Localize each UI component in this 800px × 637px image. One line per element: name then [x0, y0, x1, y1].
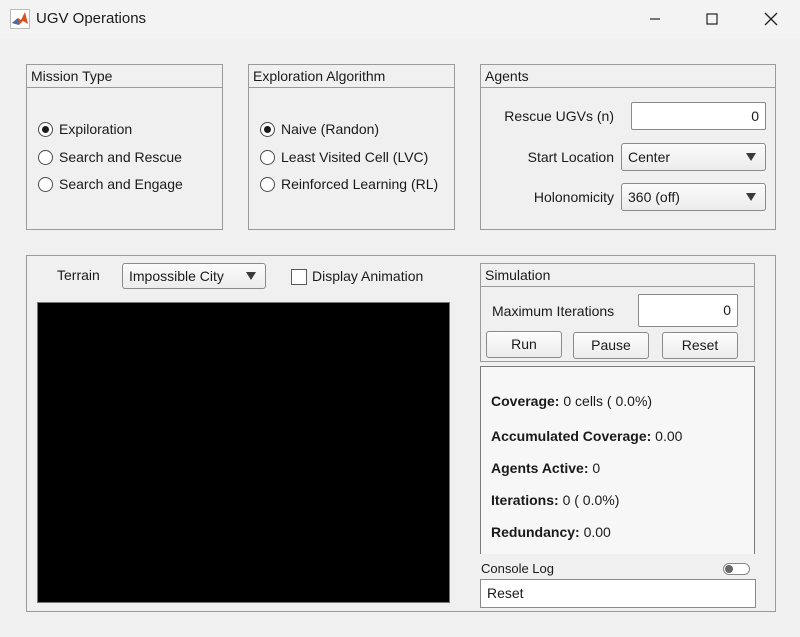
- radio-exploration[interactable]: Expiloration: [38, 121, 132, 137]
- chevron-down-icon: [746, 193, 756, 201]
- panel-title: Agents: [481, 65, 775, 88]
- mission-type-panel: Mission Type Expiloration Search and Res…: [26, 64, 223, 230]
- dropdown-value: Center: [628, 149, 671, 165]
- start-location-label: Start Location: [527, 149, 614, 165]
- terrain-label: Terrain: [57, 267, 100, 283]
- radio-naive[interactable]: Naive (Randon): [260, 121, 379, 137]
- minimize-button[interactable]: [632, 6, 678, 32]
- agents-active-stat: Agents Active: 0: [491, 460, 601, 476]
- radio-search-and-engage[interactable]: Search and Engage: [38, 176, 183, 192]
- radio-lvc[interactable]: Least Visited Cell (LVC): [260, 149, 428, 165]
- holonomicity-dropdown[interactable]: 360 (off): [621, 183, 766, 211]
- dropdown-value: Impossible City: [129, 268, 224, 284]
- matlab-logo-icon: [10, 9, 30, 29]
- coverage-stat: Coverage: 0 cells ( 0.0%): [491, 393, 653, 409]
- radio-icon: [260, 149, 275, 165]
- minimize-icon: [650, 18, 660, 20]
- accumulated-coverage-stat: Accumulated Coverage: 0.00: [491, 428, 683, 444]
- radio-label: Search and Rescue: [59, 149, 182, 165]
- console-log-output[interactable]: Reset: [480, 579, 756, 608]
- rescue-ugvs-label: Rescue UGVs (n): [504, 108, 614, 124]
- exploration-algorithm-panel: Exploration Algorithm Naive (Randon) Lea…: [248, 64, 455, 230]
- pause-button[interactable]: Pause: [573, 332, 649, 359]
- stats-panel: Coverage: 0 cells ( 0.0%) Accumulated Co…: [480, 366, 755, 554]
- chevron-down-icon: [746, 153, 756, 161]
- simulation-panel: Simulation Maximum Iterations 0 Run Paus…: [480, 263, 755, 362]
- run-button[interactable]: Run: [486, 331, 562, 358]
- rescue-ugvs-field[interactable]: 0: [631, 102, 766, 130]
- terrain-dropdown[interactable]: Impossible City: [122, 263, 266, 289]
- radio-rl[interactable]: Reinforced Learning (RL): [260, 176, 450, 192]
- display-animation-label: Display Animation: [312, 268, 424, 284]
- panel-title: Mission Type: [27, 65, 222, 88]
- panel-title: Simulation: [481, 264, 754, 287]
- radio-label: Least Visited Cell (LVC): [281, 149, 429, 165]
- panel-title: Exploration Algorithm: [249, 65, 454, 88]
- dropdown-value: 360 (off): [628, 189, 680, 205]
- window-title: UGV Operations: [36, 10, 147, 27]
- toggle-knob-icon: [725, 565, 733, 573]
- maximize-button[interactable]: [689, 6, 735, 32]
- agents-panel: Agents Rescue UGVs (n) 0 Start Location …: [480, 64, 776, 230]
- max-iterations-label: Maximum Iterations: [492, 303, 615, 319]
- radio-search-and-rescue[interactable]: Search and Rescue: [38, 149, 182, 165]
- radio-label: Search and Engage: [59, 176, 183, 192]
- radio-icon: [38, 149, 53, 165]
- radio-label: Reinforced Learning (RL): [281, 176, 439, 192]
- radio-label: Expiloration: [59, 121, 133, 137]
- iterations-stat: Iterations: 0 ( 0.0%): [491, 492, 620, 508]
- chevron-down-icon: [246, 272, 256, 280]
- radio-icon: [38, 176, 53, 192]
- terrain-map-canvas[interactable]: [37, 302, 450, 603]
- console-log-toggle[interactable]: [723, 563, 750, 575]
- redundancy-stat: Redundancy: 0.00: [491, 524, 611, 540]
- radio-selected-icon: [38, 121, 53, 137]
- title-bar: UGV Operations: [0, 0, 800, 38]
- radio-selected-icon: [260, 121, 275, 137]
- holonomicity-label: Holonomicity: [533, 189, 614, 205]
- radio-label: Naive (Randon): [281, 121, 380, 137]
- maximize-icon: [706, 13, 718, 25]
- radio-icon: [260, 176, 275, 192]
- display-animation-checkbox[interactable]: [291, 269, 307, 285]
- reset-button[interactable]: Reset: [662, 332, 738, 359]
- max-iterations-field[interactable]: 0: [638, 294, 738, 327]
- console-log-label: Console Log: [481, 561, 554, 576]
- start-location-dropdown[interactable]: Center: [621, 143, 766, 171]
- close-icon: [764, 12, 778, 26]
- close-button[interactable]: [748, 6, 794, 32]
